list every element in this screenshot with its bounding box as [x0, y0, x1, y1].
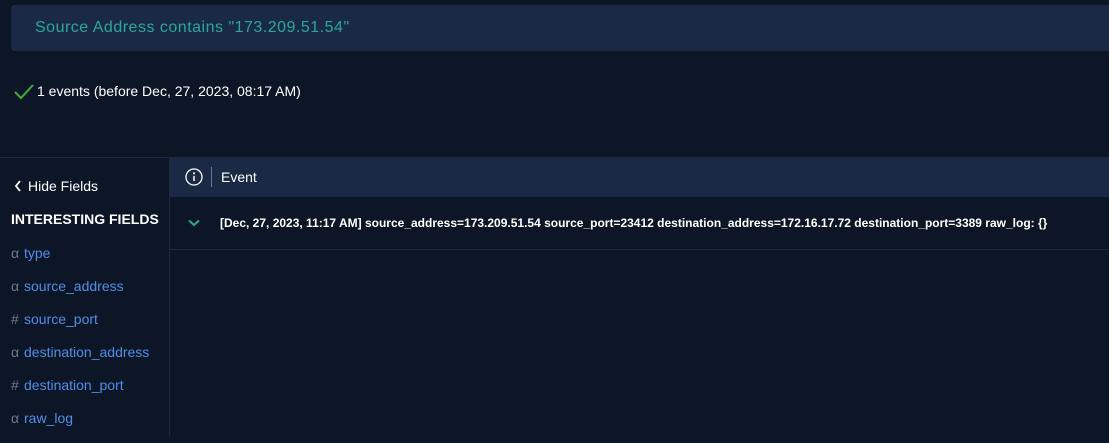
- interesting-fields-list: α type α source_address # source_port α …: [11, 245, 149, 443]
- interesting-fields-heading: INTERESTING FIELDS: [11, 211, 159, 227]
- field-item-destination-address[interactable]: α destination_address: [11, 344, 149, 377]
- chevron-down-icon[interactable]: [187, 216, 201, 230]
- field-name: destination_address: [24, 344, 150, 360]
- event-row[interactable]: [Dec, 27, 2023, 11:17 AM] source_address…: [170, 197, 1109, 250]
- hide-fields-label: Hide Fields: [28, 178, 99, 194]
- field-item-type[interactable]: α type: [11, 245, 149, 278]
- field-name: source_port: [24, 311, 98, 327]
- fields-sidebar: Hide Fields INTERESTING FIELDS α type α …: [0, 157, 170, 436]
- field-item-destination-port[interactable]: # destination_port: [11, 377, 149, 410]
- event-count-text: 1 events (before Dec, 27, 2023, 08:17 AM…: [37, 83, 301, 99]
- event-raw-text: [Dec, 27, 2023, 11:17 AM] source_address…: [220, 216, 1048, 230]
- field-type-glyph: α: [11, 278, 20, 294]
- hide-fields-button[interactable]: Hide Fields: [14, 178, 98, 194]
- events-table-header: Event: [170, 157, 1109, 197]
- checkmark-icon: [14, 84, 34, 100]
- field-name: type: [24, 245, 51, 261]
- field-type-glyph: #: [11, 377, 19, 393]
- field-name: destination_port: [24, 377, 124, 393]
- field-item-raw-log[interactable]: α raw_log: [11, 410, 149, 443]
- field-type-glyph: α: [11, 344, 20, 360]
- search-query-text: Source Address contains "173.209.51.54": [35, 19, 350, 36]
- events-panel: Event [Dec, 27, 2023, 11:17 AM] source_a…: [170, 157, 1109, 436]
- field-type-glyph: #: [11, 311, 19, 327]
- field-item-source-port[interactable]: # source_port: [11, 311, 149, 344]
- info-icon[interactable]: [185, 168, 203, 186]
- field-name: source_address: [24, 278, 124, 294]
- chevron-left-icon: [14, 180, 21, 192]
- search-status: 1 events (before Dec, 27, 2023, 08:17 AM…: [13, 82, 301, 100]
- field-item-source-address[interactable]: α source_address: [11, 278, 149, 311]
- field-type-glyph: α: [11, 410, 20, 426]
- field-name: raw_log: [24, 410, 74, 426]
- event-column-header: Event: [221, 169, 257, 185]
- search-query-bar[interactable]: Source Address contains "173.209.51.54": [11, 5, 1109, 51]
- header-divider: [211, 167, 212, 187]
- field-type-glyph: α: [11, 245, 20, 261]
